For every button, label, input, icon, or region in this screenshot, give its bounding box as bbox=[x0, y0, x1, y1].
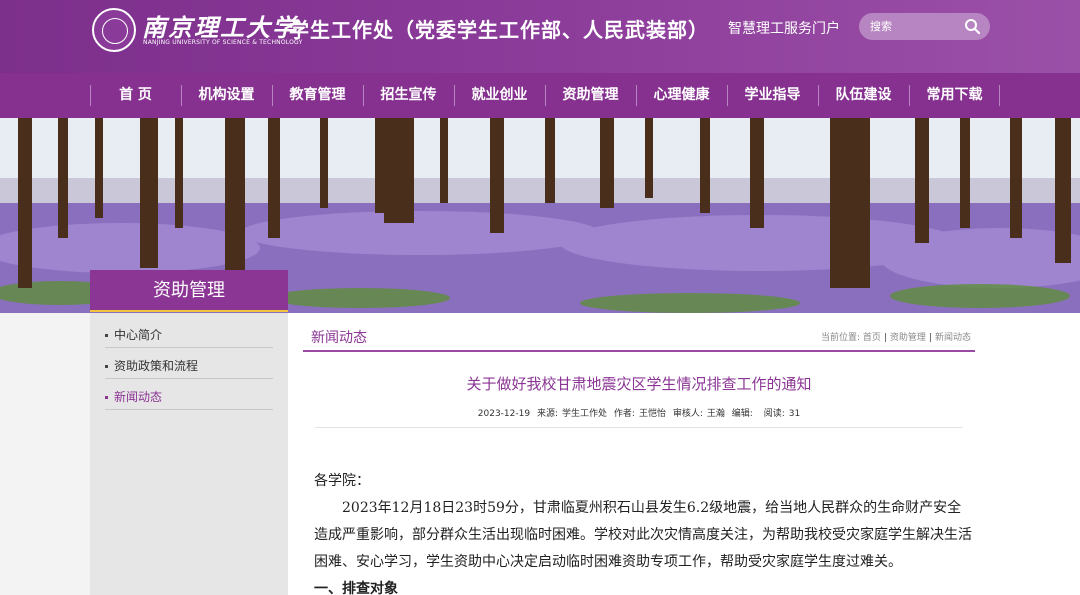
nav-item-downloads[interactable]: 常用下载 bbox=[909, 73, 1000, 118]
article-heading: 一、排查对象 bbox=[314, 581, 398, 595]
breadcrumb-news[interactable]: 新闻动态 bbox=[935, 333, 971, 343]
breadcrumb-financial-aid[interactable]: 资助管理 bbox=[890, 333, 926, 343]
article-author: 王恺怡 bbox=[638, 409, 666, 419]
views-label: 阅读: bbox=[763, 409, 785, 419]
main-content: 新闻动态 当前位置: 首页 | 资助管理 | 新闻动态 关于做好我校甘肃地震灾区学生情况… bbox=[288, 313, 1080, 595]
source-label: 来源: bbox=[536, 409, 559, 419]
nav-item-team-building[interactable]: 队伍建设 bbox=[818, 73, 909, 118]
meta-divider bbox=[315, 427, 963, 428]
nav-item-organization[interactable]: 机构设置 bbox=[181, 73, 272, 118]
article-date: 2023-12-19 bbox=[477, 409, 531, 419]
nav-item-admissions[interactable]: 招生宣传 bbox=[363, 73, 454, 118]
article-greeting: 各学院： bbox=[314, 473, 370, 489]
article-meta: 2023-12-19 来源: 学生工作处 作者: 王恺怡 审核人: 王瀚 编辑: 阅读… bbox=[288, 406, 990, 419]
sidebar-title: 资助管理 bbox=[90, 270, 288, 312]
breadcrumb-prefix: 当前位置: bbox=[820, 333, 860, 343]
sidebar-item-center-intro[interactable]: 中心简介 bbox=[105, 317, 273, 348]
author-label: 作者: bbox=[613, 409, 635, 419]
article-source: 学生工作处 bbox=[562, 409, 608, 419]
sidebar-item-policies[interactable]: 资助政策和流程 bbox=[105, 348, 273, 379]
nav-item-mental-health[interactable]: 心理健康 bbox=[636, 73, 727, 118]
search-input[interactable] bbox=[870, 18, 960, 35]
university-name-en: NANJING UNIVERSITY OF SCIENCE & TECHNOLO… bbox=[143, 39, 303, 46]
article-paragraph: 2023年12月18日23时59分，甘肃临夏州积石山县发生6.2级地震，给当地人… bbox=[314, 500, 972, 570]
article-title: 关于做好我校甘肃地震灾区学生情况排查工作的通知 bbox=[466, 375, 812, 393]
breadcrumb: 当前位置: 首页 | 资助管理 | 新闻动态 bbox=[820, 333, 971, 343]
section-title: 新闻动态 bbox=[311, 330, 367, 346]
search-icon[interactable] bbox=[964, 18, 981, 35]
main-nav: 首 页 机构设置 教育管理 招生宣传 就业创业 资助管理 心理健康 学业指导 队… bbox=[0, 73, 1080, 118]
sidebar: 中心简介 资助政策和流程 新闻动态 bbox=[90, 313, 288, 595]
nav-item-employment[interactable]: 就业创业 bbox=[454, 73, 545, 118]
nav-item-financial-aid[interactable]: 资助管理 bbox=[545, 73, 636, 118]
sidebar-item-news[interactable]: 新闻动态 bbox=[105, 379, 273, 410]
nav-item-home[interactable]: 首 页 bbox=[90, 73, 181, 118]
site-header: 南京理工大学 NANJING UNIVERSITY OF SCIENCE & T… bbox=[0, 0, 1080, 73]
breadcrumb-home[interactable]: 首页 bbox=[863, 333, 881, 343]
reviewer-label: 审核人: bbox=[672, 409, 703, 419]
university-seal-logo[interactable] bbox=[92, 8, 136, 52]
service-portal-link[interactable]: 智慧理工服务门户 bbox=[728, 18, 840, 38]
article-views: 31 bbox=[788, 409, 801, 419]
article-reviewer: 王瀚 bbox=[706, 409, 725, 419]
editor-label: 编辑: bbox=[731, 409, 753, 419]
section-divider bbox=[303, 350, 975, 352]
nav-item-education[interactable]: 教育管理 bbox=[272, 73, 363, 118]
search-box bbox=[859, 13, 990, 40]
university-name-logo[interactable]: 南京理工大学 bbox=[142, 8, 298, 43]
nav-item-academic-guidance[interactable]: 学业指导 bbox=[727, 73, 818, 118]
department-title: 学生工作处（党委学生工作部、人民武装部） bbox=[289, 18, 709, 42]
